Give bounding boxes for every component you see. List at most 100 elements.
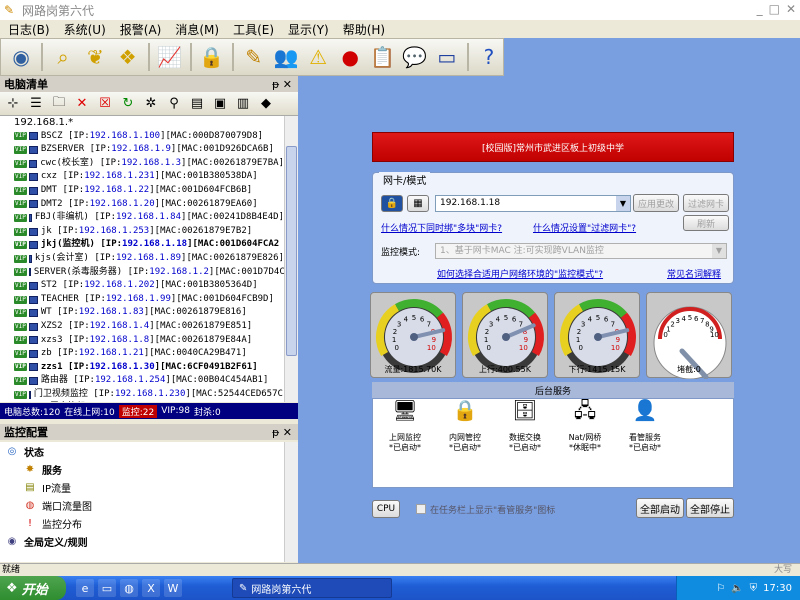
menu-alarm[interactable]: 报警(A) xyxy=(120,21,162,38)
filter-icon[interactable]: ☒ xyxy=(96,96,114,111)
task-button[interactable]: ✎ 网路岗第六代 xyxy=(232,578,392,598)
chat-icon[interactable]: ❦ xyxy=(81,42,109,72)
bubble-icon[interactable]: 💬 xyxy=(401,42,429,72)
link-multi-nic[interactable]: 什么情况下同时绑"多块"网卡? xyxy=(381,221,502,234)
search-doc-icon[interactable]: ❖ xyxy=(113,42,141,72)
lock-icon[interactable]: 🔒 xyxy=(198,42,226,72)
desktop-icon[interactable]: ▭ xyxy=(98,579,116,597)
export-icon[interactable]: ▥ xyxy=(234,96,252,111)
doc-icon[interactable]: ▤ xyxy=(188,96,206,111)
service-item[interactable]: 👤 看管服务 *已启动* xyxy=(617,400,673,453)
config-item[interactable]: ▤ IP流量 xyxy=(0,478,284,496)
panel-pin-close[interactable]: ᵽ ✕ xyxy=(272,426,292,439)
delete-icon[interactable]: ✕ xyxy=(73,96,91,111)
chevron-down-icon[interactable]: ▼ xyxy=(712,244,726,258)
computer-row[interactable]: VIP cxz [IP: 192.168.1.231] [MAC:001B380538… xyxy=(0,170,284,184)
menu-system[interactable]: 系统(U) xyxy=(64,21,106,38)
ie-icon[interactable]: e xyxy=(76,579,94,597)
filter-nic-button[interactable]: 过滤网卡 xyxy=(683,194,729,212)
computer-row[interactable]: VIP BSCZ [IP: 192.168.1.100] [MAC:000D87007… xyxy=(0,130,284,144)
excel-icon[interactable]: X xyxy=(142,579,160,597)
config-item[interactable]: ✸ 服务 xyxy=(0,460,284,478)
clock[interactable]: 17:30 xyxy=(763,583,792,594)
window-icon[interactable]: ▭ xyxy=(433,42,461,72)
config-item[interactable]: ◉ 全局定义/规则 xyxy=(0,532,284,550)
help-icon[interactable]: ? xyxy=(475,42,503,72)
link-filter-nic[interactable]: 什么情况设置"过滤网卡"? xyxy=(533,221,636,234)
list-icon[interactable]: ☰ xyxy=(27,96,45,111)
scroll-thumb[interactable] xyxy=(286,146,297,356)
pencil-icon[interactable]: ✎ xyxy=(240,42,268,72)
search-icon[interactable]: ⌕ xyxy=(49,42,77,72)
computer-list-scrollbar[interactable] xyxy=(284,116,298,402)
clipboard-icon[interactable]: 📋 xyxy=(368,42,396,72)
computer-row[interactable]: VIP jk [IP: 192.168.1.253] [MAC:00261879E7B… xyxy=(0,225,284,239)
computer-row[interactable]: VIP XZS2 [IP: 192.168.1.4] [MAC:00261879E85… xyxy=(0,320,284,334)
computer-row[interactable]: VIP DMT2 [IP: 192.168.1.20] [MAC:00261879EA… xyxy=(0,198,284,212)
settings-icon[interactable]: ✲ xyxy=(142,96,160,111)
refresh-icon[interactable]: ↻ xyxy=(119,96,137,111)
computer-row[interactable]: VIP kjs(会计室) [IP: 192.168.1.89] [MAC:002618… xyxy=(0,252,284,266)
cpu-button[interactable]: CPU xyxy=(372,500,400,518)
chart-icon[interactable]: 📈 xyxy=(156,42,184,72)
link-mode-help[interactable]: 如何选择合适用户网络环境的"监控模式"? xyxy=(437,267,603,280)
service-item[interactable]: 🗄 数据交换 *已启动* xyxy=(497,400,553,453)
taskbar-icon-checkbox[interactable] xyxy=(416,504,426,514)
service-item[interactable]: 🖧 Nat/网桥 *休眠中* xyxy=(557,400,613,453)
menu-help[interactable]: 帮助(H) xyxy=(343,21,385,38)
eye-icon[interactable]: ◉ xyxy=(7,42,35,72)
users-icon[interactable]: 👥 xyxy=(272,42,300,72)
computer-row[interactable]: VIP 门卫视频监控 [IP: 192.168.1.230] [MAC:52544CE… xyxy=(0,388,284,402)
computer-row[interactable]: VIP 路由器 [IP: 192.168.1.254] [MAC:00B04C454A… xyxy=(0,374,284,388)
shield-icon[interactable]: ⛨ xyxy=(750,583,758,594)
computer-row[interactable]: VIP WT [IP: 192.168.1.83] [MAC:00261879E816… xyxy=(0,306,284,320)
service-item[interactable]: 🖥 上网监控 *已启动* xyxy=(377,400,433,453)
minimize-button[interactable]: _ xyxy=(757,2,763,16)
panel-pin-close[interactable]: ᵽ ✕ xyxy=(272,78,292,91)
stop-all-button[interactable]: 全部停止 xyxy=(686,498,734,518)
start-all-button[interactable]: 全部启动 xyxy=(636,498,684,518)
computer-row[interactable]: VIP TEACHER [IP: 192.168.1.99] [MAC:001D604… xyxy=(0,293,284,307)
volume-icon[interactable]: 🔈 xyxy=(731,583,743,594)
computer-row[interactable]: VIP jkj(监控机) [IP: 192.168.1.18] [MAC:001D60… xyxy=(0,238,284,252)
computer-row[interactable]: VIP xzs3 [IP: 192.168.1.8] [MAC:00261879E84… xyxy=(0,334,284,348)
maximize-button[interactable]: □ xyxy=(769,2,780,16)
apply-change-button[interactable]: 应用更改 xyxy=(633,194,679,212)
computer-row[interactable]: VIP FBJ(非编机) [IP: 192.168.1.84] [MAC:00241D… xyxy=(0,211,284,225)
add-folder-icon[interactable]: 🗀 xyxy=(50,93,68,115)
chrome-icon[interactable]: ◍ xyxy=(120,579,138,597)
service-item[interactable]: 🔒 内网管控 *已启动* xyxy=(437,400,493,453)
computer-row[interactable]: VIP zzs1 [IP: 192.168.1.30] [MAC:6CF0491B2F… xyxy=(0,361,284,375)
menu-display[interactable]: 显示(Y) xyxy=(288,21,329,38)
tree-icon[interactable]: ⊹ xyxy=(4,96,22,111)
monitor-config-scrollbar[interactable] xyxy=(284,442,298,562)
config-item[interactable]: ◍ 端口流量图 xyxy=(0,496,284,514)
siren-icon[interactable]: ● xyxy=(336,42,364,72)
tree-root[interactable]: 192.168.1.* xyxy=(0,116,284,130)
config-item[interactable]: ! 监控分布 xyxy=(0,514,284,532)
lock-nic-button[interactable]: 🔒 xyxy=(381,195,403,212)
computer-row[interactable]: VIP cwc(校长室) [IP: 192.168.1.3] [MAC:0026187… xyxy=(0,157,284,171)
close-button[interactable]: ✕ xyxy=(786,2,796,16)
alert-icon[interactable]: ⚠ xyxy=(304,42,332,72)
menu-message[interactable]: 消息(M) xyxy=(175,21,219,38)
chevron-down-icon[interactable]: ▼ xyxy=(616,196,630,211)
nic-card-icon[interactable]: ▦ xyxy=(407,195,429,212)
word-icon[interactable]: W xyxy=(164,579,182,597)
arrow-icon[interactable]: ◆ xyxy=(257,96,275,111)
refresh-button[interactable]: 刷新 xyxy=(683,215,729,231)
nic-ip-select[interactable]: 192.168.1.18 ▼ xyxy=(435,195,631,212)
computer-row[interactable]: VIP ST2 [IP: 192.168.1.202] [MAC:001B380536… xyxy=(0,279,284,293)
computer-row[interactable]: VIP zb [IP: 192.168.1.21] [MAC:0040CA29B471… xyxy=(0,347,284,361)
computer-row[interactable]: VIP BZSERVER [IP: 192.168.1.9] [MAC:001D926… xyxy=(0,143,284,157)
config-item[interactable]: ◎ 状态 xyxy=(0,442,284,460)
computer-row[interactable]: VIP三层交换机 [IP:192.168.1.30][MAC:001AA9093… xyxy=(0,401,284,402)
binoculars-icon[interactable]: ⚲ xyxy=(165,96,183,111)
link-glossary[interactable]: 常见名词解释 xyxy=(667,267,721,280)
menu-log[interactable]: 日志(B) xyxy=(8,21,50,38)
menu-tools[interactable]: 工具(E) xyxy=(233,21,274,38)
save-icon[interactable]: ▣ xyxy=(211,96,229,111)
computer-row[interactable]: VIP SERVER(杀毒服务器) [IP: 192.168.1.2] [MAC:00… xyxy=(0,266,284,280)
tray-icon[interactable]: ⚐ xyxy=(716,583,725,594)
mode-select[interactable]: 1、基于网卡MAC 注:可实现跨VLAN监控 ▼ xyxy=(435,243,727,259)
